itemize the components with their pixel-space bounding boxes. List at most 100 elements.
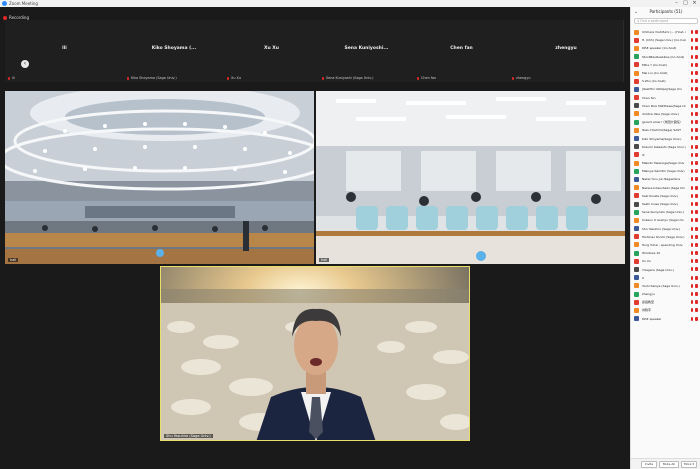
participant-row[interactable]: DP# speaker: [631, 315, 700, 323]
participant-row[interactable]: zhengyu: [631, 290, 700, 298]
video-off-icon: [695, 234, 698, 239]
invite-button[interactable]: Invite: [641, 461, 657, 468]
participant-row[interactable]: Tung Yuhei - spending Univ.: [631, 241, 700, 249]
video-off-icon: [695, 193, 698, 198]
participant-name: S.Zhu (Co-host): [642, 79, 666, 84]
participant-search-input[interactable]: ⚲ Find a participant: [634, 18, 698, 24]
participant-row[interactable]: Windows 10: [631, 249, 700, 257]
thumbnail-name: Sena Kuniyoshi...: [344, 46, 389, 51]
participant-row[interactable]: Kozumi takaashi (Saga Univ.): [631, 143, 700, 151]
avatar: [634, 209, 639, 215]
avatar: [634, 234, 639, 240]
participant-row[interactable]: Makoto Takenoga(Saga Univ: [631, 159, 700, 167]
participant-row[interactable]: StockBasilisaAkiss (Co-host): [631, 53, 700, 61]
muted-mic-icon: [691, 193, 693, 198]
participant-row[interactable]: Saki Kurata (Saga Univ.): [631, 192, 700, 200]
participant-row[interactable]: Jiteshfini Vattipoj(Saga Uni: [631, 85, 700, 93]
participant-name: StockBasilisaAkiss (Co-host): [642, 54, 685, 59]
avatar: [634, 176, 639, 182]
participant-row[interactable]: Sashi Inuse (Saga Univ.): [631, 200, 700, 208]
muted-mic-icon: [691, 152, 693, 157]
participant-name: Makoya Kamitiri (Saga Univ): [642, 169, 685, 174]
close-button[interactable]: ×: [690, 0, 699, 7]
muted-mic-icon: [691, 251, 693, 256]
participant-row[interactable]: Sena Kuniyoshi (Saga Univ.): [631, 208, 700, 216]
participant-row[interactable]: H. (Iihh) (Saga Univ.) (Co-host): [631, 36, 700, 44]
participant-row[interactable]: Kiko Shoyama(Saga Univ.): [631, 134, 700, 142]
previous-page-button[interactable]: ‹: [21, 60, 29, 68]
more-button[interactable]: More ▾: [681, 461, 697, 468]
muted-mic-icon: [417, 76, 419, 80]
thumbnail-tile[interactable]: Sena Kuniyoshi... Sena Kuniyoshi (Saga U…: [319, 20, 415, 82]
participants-panel: ⌄ Participants (51) ⚲ Find a participant…: [630, 7, 700, 469]
participant-name: Ichihara Yoshifumi (... (Host, me): [642, 30, 686, 35]
participant-status-icons: [691, 234, 698, 239]
participant-row[interactable]: dimitra Vaia (Saga Univ.): [631, 110, 700, 118]
participant-list: Ichihara Yoshifumi (... (Host, me) H. (Ii…: [631, 28, 700, 323]
participant-row[interactable]: Yoshi Sekiya (Saga Univ.): [631, 282, 700, 290]
muted-mic-icon: [691, 259, 693, 264]
thumbnail-name: Xu Xu: [264, 46, 279, 51]
video-off-icon: [695, 54, 698, 59]
participant-row[interactable]: Makoya Kamitiri (Saga Univ): [631, 167, 700, 175]
participant-row[interactable]: gerard ameri（米国大使館）: [631, 118, 700, 126]
participant-row[interactable]: Toshinao Kondo (Saga Univ.): [631, 233, 700, 241]
thumbnail-tile[interactable]: Chen fan Chen fan: [414, 20, 510, 82]
avatar: [634, 136, 639, 142]
muted-mic-icon: [691, 54, 693, 59]
participant-row[interactable]: 廖昌教室: [631, 298, 700, 306]
muted-mic-icon: [691, 46, 693, 51]
avatar: [634, 267, 639, 273]
video-tile-active-speaker[interactable]: Shu Yasuhiro (Saga Univ.): [160, 266, 470, 441]
participant-name: Mihe Y (Co-host): [642, 62, 667, 67]
participant-row[interactable]: lli: [631, 151, 700, 159]
video-tile-hall-left[interactable]: hall: [5, 91, 314, 264]
participant-row[interactable]: Mai Liu (Co-host): [631, 69, 700, 77]
muted-mic-icon: [691, 316, 693, 321]
participant-row[interactable]: Chen Rooi Matthews(Saga Univ.: [631, 102, 700, 110]
avatar: [634, 168, 639, 174]
video-tile-hall-right[interactable]: hall: [316, 91, 625, 264]
collapse-panel-icon[interactable]: ⌄: [634, 7, 638, 17]
participant-row[interactable]: Nakaura Kasuhsiki (Saga Uni: [631, 184, 700, 192]
maximize-button[interactable]: □: [681, 0, 690, 7]
participant-row[interactable]: U: [631, 274, 700, 282]
video-off-icon: [695, 169, 698, 174]
participant-row[interactable]: S.Zhu (Co-host): [631, 77, 700, 85]
thumbnail-tile[interactable]: Kiko Shoyama (... Kiko Shoyama (Saga Uni…: [124, 20, 225, 82]
participant-row[interactable]: 刘轶宇: [631, 306, 700, 314]
participant-status-icons: [691, 193, 698, 198]
minimize-button[interactable]: –: [672, 0, 681, 7]
participant-name: Chen fan: [642, 95, 656, 100]
video-off-icon: [695, 275, 698, 280]
participant-row[interactable]: Chen fan: [631, 94, 700, 102]
mute-all-button[interactable]: Mute All: [659, 461, 679, 468]
participant-row[interactable]: Nakai Yoru Jun Bagashina: [631, 175, 700, 183]
participant-name: Xu Xu: [642, 259, 651, 264]
participant-name: DP# speaker: [642, 316, 662, 321]
thumbnail-tile[interactable]: lli lli: [5, 20, 125, 82]
video-off-icon: [695, 242, 698, 247]
participant-row[interactable]: Y.Sagara (Saga Univ.): [631, 265, 700, 273]
thumbnail-caption: Kiko Shoyama (Saga Univ.): [127, 76, 177, 80]
participant-name: Kiko Shoyama(Saga Univ.): [642, 136, 682, 141]
thumbnail-name: Kiko Shoyama (...: [151, 46, 197, 51]
participant-name: Jiteshfini Vattipoj(Saga Uni: [642, 87, 682, 92]
participant-status-icons: [691, 185, 698, 190]
muted-mic-icon: [512, 76, 514, 80]
participant-row[interactable]: Shu Yasuhiro (Saga Univ.): [631, 225, 700, 233]
participant-status-icons: [691, 226, 698, 231]
participant-row[interactable]: Mihe Y (Co-host): [631, 61, 700, 69]
participant-row[interactable]: DP# speaker (Co-host): [631, 44, 700, 52]
thumbnail-tile[interactable]: Xu Xu Xu Xu: [224, 20, 320, 82]
participant-row[interactable]: Itazu Hoshimi(Saga) SAST: [631, 126, 700, 134]
participant-row[interactable]: Xu Xu: [631, 257, 700, 265]
thumbnail-tile[interactable]: zhengyu zhengyu: [509, 20, 624, 82]
participant-name: 刘轶宇: [642, 308, 652, 313]
avatar: [634, 95, 639, 101]
video-off-icon: [695, 79, 698, 84]
participant-status-icons: [691, 169, 698, 174]
participant-name: Chen Rooi Matthews(Saga Univ.: [642, 103, 686, 108]
participant-row[interactable]: Sokeno U Aoshyo (Saga Uni: [631, 216, 700, 224]
participant-row[interactable]: Ichihara Yoshifumi (... (Host, me): [631, 28, 700, 36]
